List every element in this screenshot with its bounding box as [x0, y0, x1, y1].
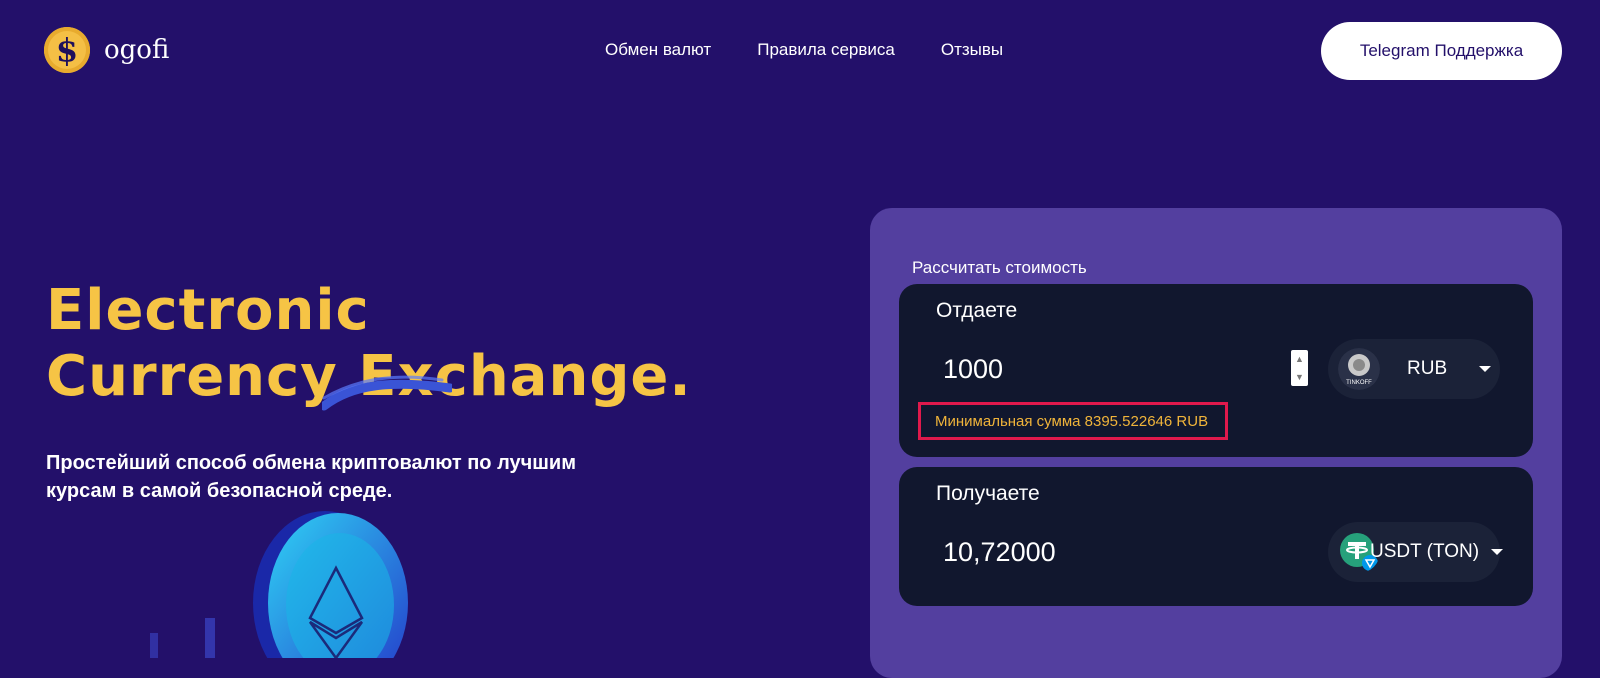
hero-subtitle: Простейший способ обмена криптовалют по … — [46, 452, 577, 502]
tinkoff-bank-icon: TINKOFF — [1338, 348, 1380, 390]
give-label: Отдаете — [936, 299, 1018, 322]
nav-link-rules[interactable]: Правила сервиса — [757, 40, 895, 60]
minimum-amount-warning: Минимальная сумма 8395.522646 RUB — [918, 402, 1228, 440]
get-label: Получаете — [936, 482, 1040, 505]
dollar-coin-icon: $ — [44, 27, 90, 73]
give-currency-label: RUB — [1407, 358, 1448, 379]
get-currency-label: USDT (TON) — [1370, 541, 1480, 562]
tinkoff-bank-caption: TINKOFF — [1346, 380, 1372, 386]
hero-title-line1: Electronic — [46, 278, 370, 343]
logo[interactable]: $ ogofi — [44, 27, 169, 73]
get-amount-value[interactable]: 10,72000 — [943, 537, 1056, 568]
get-currency-select[interactable]: USDT (TON) — [1328, 522, 1503, 582]
logo-text: ogofi — [104, 35, 170, 65]
swoosh-decoration-icon — [322, 375, 452, 411]
spinner-down-icon[interactable]: ▼ — [1295, 372, 1304, 382]
telegram-support-button[interactable]: Telegram Поддержка — [1321, 22, 1562, 80]
give-section: Отдаете 1000 ▲ ▼ TINKOFF RUB Минимальная… — [899, 284, 1533, 457]
give-amount-input[interactable]: 1000 — [943, 354, 1003, 385]
chevron-down-icon — [1479, 366, 1491, 372]
amount-spinner[interactable]: ▲ ▼ — [1291, 350, 1308, 386]
calculator-title: Рассчитать стоимость — [912, 258, 1087, 277]
spinner-up-icon[interactable]: ▲ — [1295, 354, 1304, 364]
nav-link-reviews[interactable]: Отзывы — [941, 40, 1003, 60]
exchange-calculator: Рассчитать стоимость Отдаете 1000 ▲ ▼ TI… — [870, 208, 1562, 678]
chevron-down-icon — [1491, 549, 1503, 555]
give-currency-select[interactable]: TINKOFF RUB — [1328, 339, 1500, 399]
get-section: Получаете 10,72000 USDT (TON) — [899, 467, 1533, 606]
nav-link-exchange[interactable]: Обмен валют — [605, 40, 711, 60]
ethereum-coin-illustration — [150, 511, 408, 658]
main-nav: Обмен валют Правила сервиса Отзывы — [605, 40, 1003, 60]
